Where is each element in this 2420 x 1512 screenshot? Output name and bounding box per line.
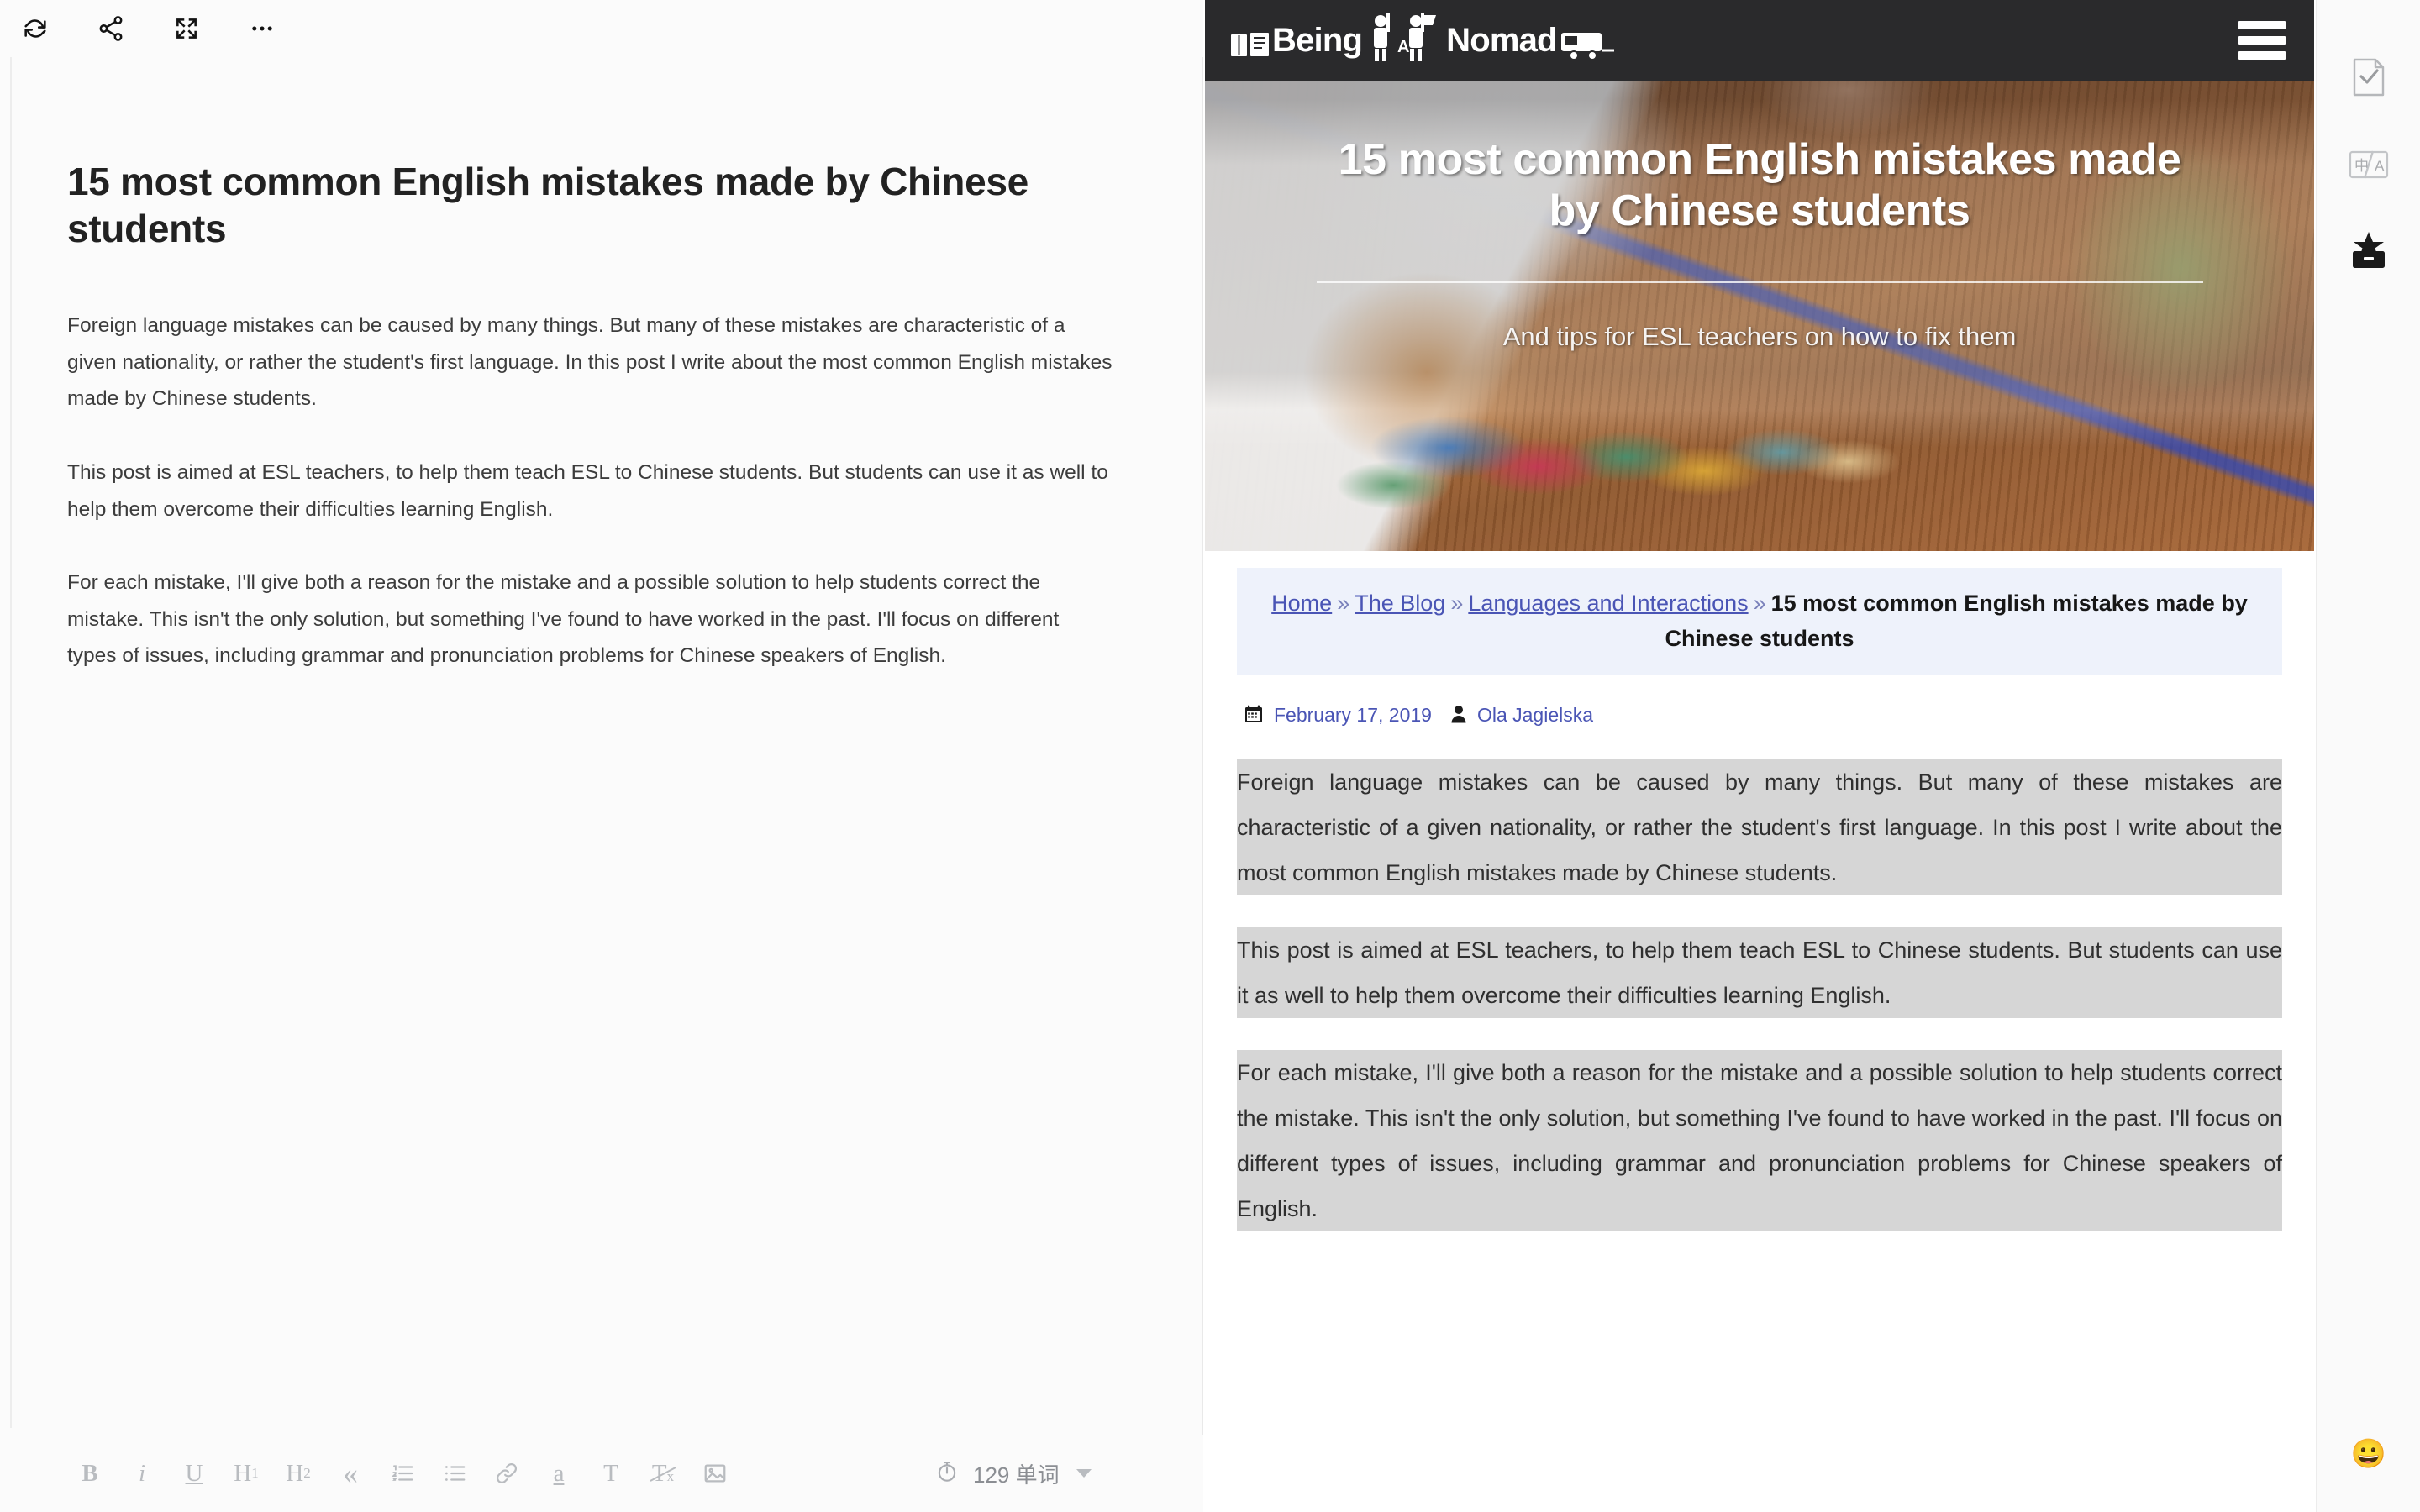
preview-paragraph: Foreign language mistakes can be caused … xyxy=(1237,759,2282,895)
chevron-down-icon[interactable] xyxy=(1076,1469,1092,1478)
breadcrumb-item-languages-and-interactions[interactable]: Languages and Interactions xyxy=(1468,591,1748,616)
underline-button-label: U xyxy=(185,1459,203,1487)
heading2-button[interactable]: H2 xyxy=(272,1447,324,1499)
hero-banner: 15 most common English mistakes made by … xyxy=(1205,81,2314,551)
hero-divider xyxy=(1316,281,2203,283)
breadcrumb-item-the-blog[interactable]: The Blog xyxy=(1355,591,1445,616)
word-count-control[interactable]: 129 单词 xyxy=(934,1458,1092,1489)
italic-button[interactable]: i xyxy=(116,1447,168,1499)
breadcrumb-item-home[interactable]: Home xyxy=(1271,591,1332,616)
hero-subtitle: And tips for ESL teachers on how to fix … xyxy=(1502,321,2017,351)
svg-text:中: 中 xyxy=(2354,158,2369,174)
unordered-list-button[interactable] xyxy=(429,1447,481,1499)
stopwatch-icon xyxy=(934,1459,960,1488)
text-color-button-label: T xyxy=(603,1459,618,1487)
ordered-list-button[interactable] xyxy=(376,1447,429,1499)
highlight-button-label: a xyxy=(553,1459,565,1487)
editor-document-area[interactable]: 15 most common English mistakes made by … xyxy=(0,57,1203,1435)
tool-rail: 中 A 😀 xyxy=(2316,0,2420,1512)
underline-button[interactable]: U xyxy=(168,1447,220,1499)
hero-title: 15 most common English mistakes made by … xyxy=(1338,135,2181,236)
book-icon xyxy=(1228,17,1272,64)
italic-button-label: i xyxy=(138,1459,146,1487)
editor-bottom-toolbar: B i U H1 H2 « a T Tx 129 单词 xyxy=(0,1435,1203,1512)
fullscreen-icon[interactable] xyxy=(168,10,205,47)
post-date[interactable]: February 17, 2019 xyxy=(1274,704,1432,727)
people-icon: A xyxy=(1364,13,1444,64)
breadcrumb-separator: » xyxy=(1450,591,1464,616)
editor-top-toolbar xyxy=(0,0,1203,57)
logo-word-nomad: Nomad xyxy=(1446,21,1557,59)
preview-paragraph-text: This post is aimed at ESL teachers, to h… xyxy=(1237,936,2282,1009)
breadcrumb: Home» The Blog» Languages and Interactions… xyxy=(1237,568,2282,675)
more-icon[interactable] xyxy=(244,10,281,47)
share-icon[interactable] xyxy=(92,10,129,47)
editor-paragraph[interactable]: This post is aimed at ESL teachers, to h… xyxy=(67,454,1113,528)
clear-format-button[interactable]: Tx xyxy=(637,1447,689,1499)
logo-word-being: Being xyxy=(1272,21,1363,59)
editor-paragraph[interactable]: For each mistake, I'll give both a reaso… xyxy=(67,564,1113,675)
bold-button-label: B xyxy=(82,1459,98,1487)
hero-overlay: 15 most common English mistakes made by … xyxy=(1205,81,2314,551)
post-author[interactable]: Ola Jagielska xyxy=(1477,704,1593,727)
preview-pane: Being A Nomad 15 most common English mis… xyxy=(1205,0,2314,1512)
proofread-icon[interactable] xyxy=(2344,52,2394,102)
calendar-icon xyxy=(1244,704,1264,727)
preview-paragraph-text: Foreign language mistakes can be caused … xyxy=(1237,768,2282,886)
app-root: 15 most common English mistakes made by … xyxy=(0,0,2420,1512)
site-logo[interactable]: Being A Nomad xyxy=(1228,13,1618,66)
link-button[interactable] xyxy=(481,1447,533,1499)
bold-button[interactable]: B xyxy=(64,1447,116,1499)
logo-word-a: A xyxy=(1397,38,1409,56)
hamburger-menu-icon[interactable] xyxy=(2238,21,2286,60)
text-color-button[interactable]: T xyxy=(585,1447,637,1499)
svg-text:A: A xyxy=(2375,158,2385,174)
site-header: Being A Nomad xyxy=(1205,0,2314,81)
hamburger-bar xyxy=(2238,21,2286,29)
breadcrumb-separator: » xyxy=(1337,591,1350,616)
hamburger-bar xyxy=(2238,51,2286,60)
blockquote-button[interactable]: « xyxy=(324,1447,376,1499)
breadcrumb-separator: » xyxy=(1753,591,1766,616)
heading1-button[interactable]: H1 xyxy=(220,1447,272,1499)
hamburger-bar xyxy=(2238,36,2286,45)
insert-image-button[interactable] xyxy=(689,1447,741,1499)
editor-pane: 15 most common English mistakes made by … xyxy=(0,0,1203,1512)
toolbox-icon[interactable] xyxy=(2344,225,2394,276)
user-icon xyxy=(1450,705,1467,727)
sync-icon[interactable] xyxy=(17,10,54,47)
translate-icon[interactable]: 中 A xyxy=(2344,139,2394,190)
preview-paragraph: For each mistake, I'll give both a reaso… xyxy=(1237,1049,2282,1231)
preview-paragraph: This post is aimed at ESL teachers, to h… xyxy=(1237,927,2282,1018)
preview-paragraph-text: For each mistake, I'll give both a reaso… xyxy=(1237,1058,2282,1222)
post-meta: February 17, 2019 Ola Jagielska xyxy=(1237,704,2282,727)
breadcrumb-item-current: 15 most common English mistakes made by … xyxy=(1665,591,2248,651)
emoji-feedback-icon[interactable]: 😀 xyxy=(2351,1440,2386,1468)
format-button-group: B i U H1 H2 « a T Tx xyxy=(0,1447,741,1499)
word-count-label: 129 单词 xyxy=(973,1462,1060,1488)
preview-content: Home» The Blog» Languages and Interactions… xyxy=(1205,551,2314,1231)
editor-paragraph[interactable]: Foreign language mistakes can be caused … xyxy=(67,307,1113,417)
page-title[interactable]: 15 most common English mistakes made by … xyxy=(67,158,1101,252)
caravan-icon xyxy=(1557,17,1618,64)
highlight-button[interactable]: a xyxy=(533,1447,585,1499)
